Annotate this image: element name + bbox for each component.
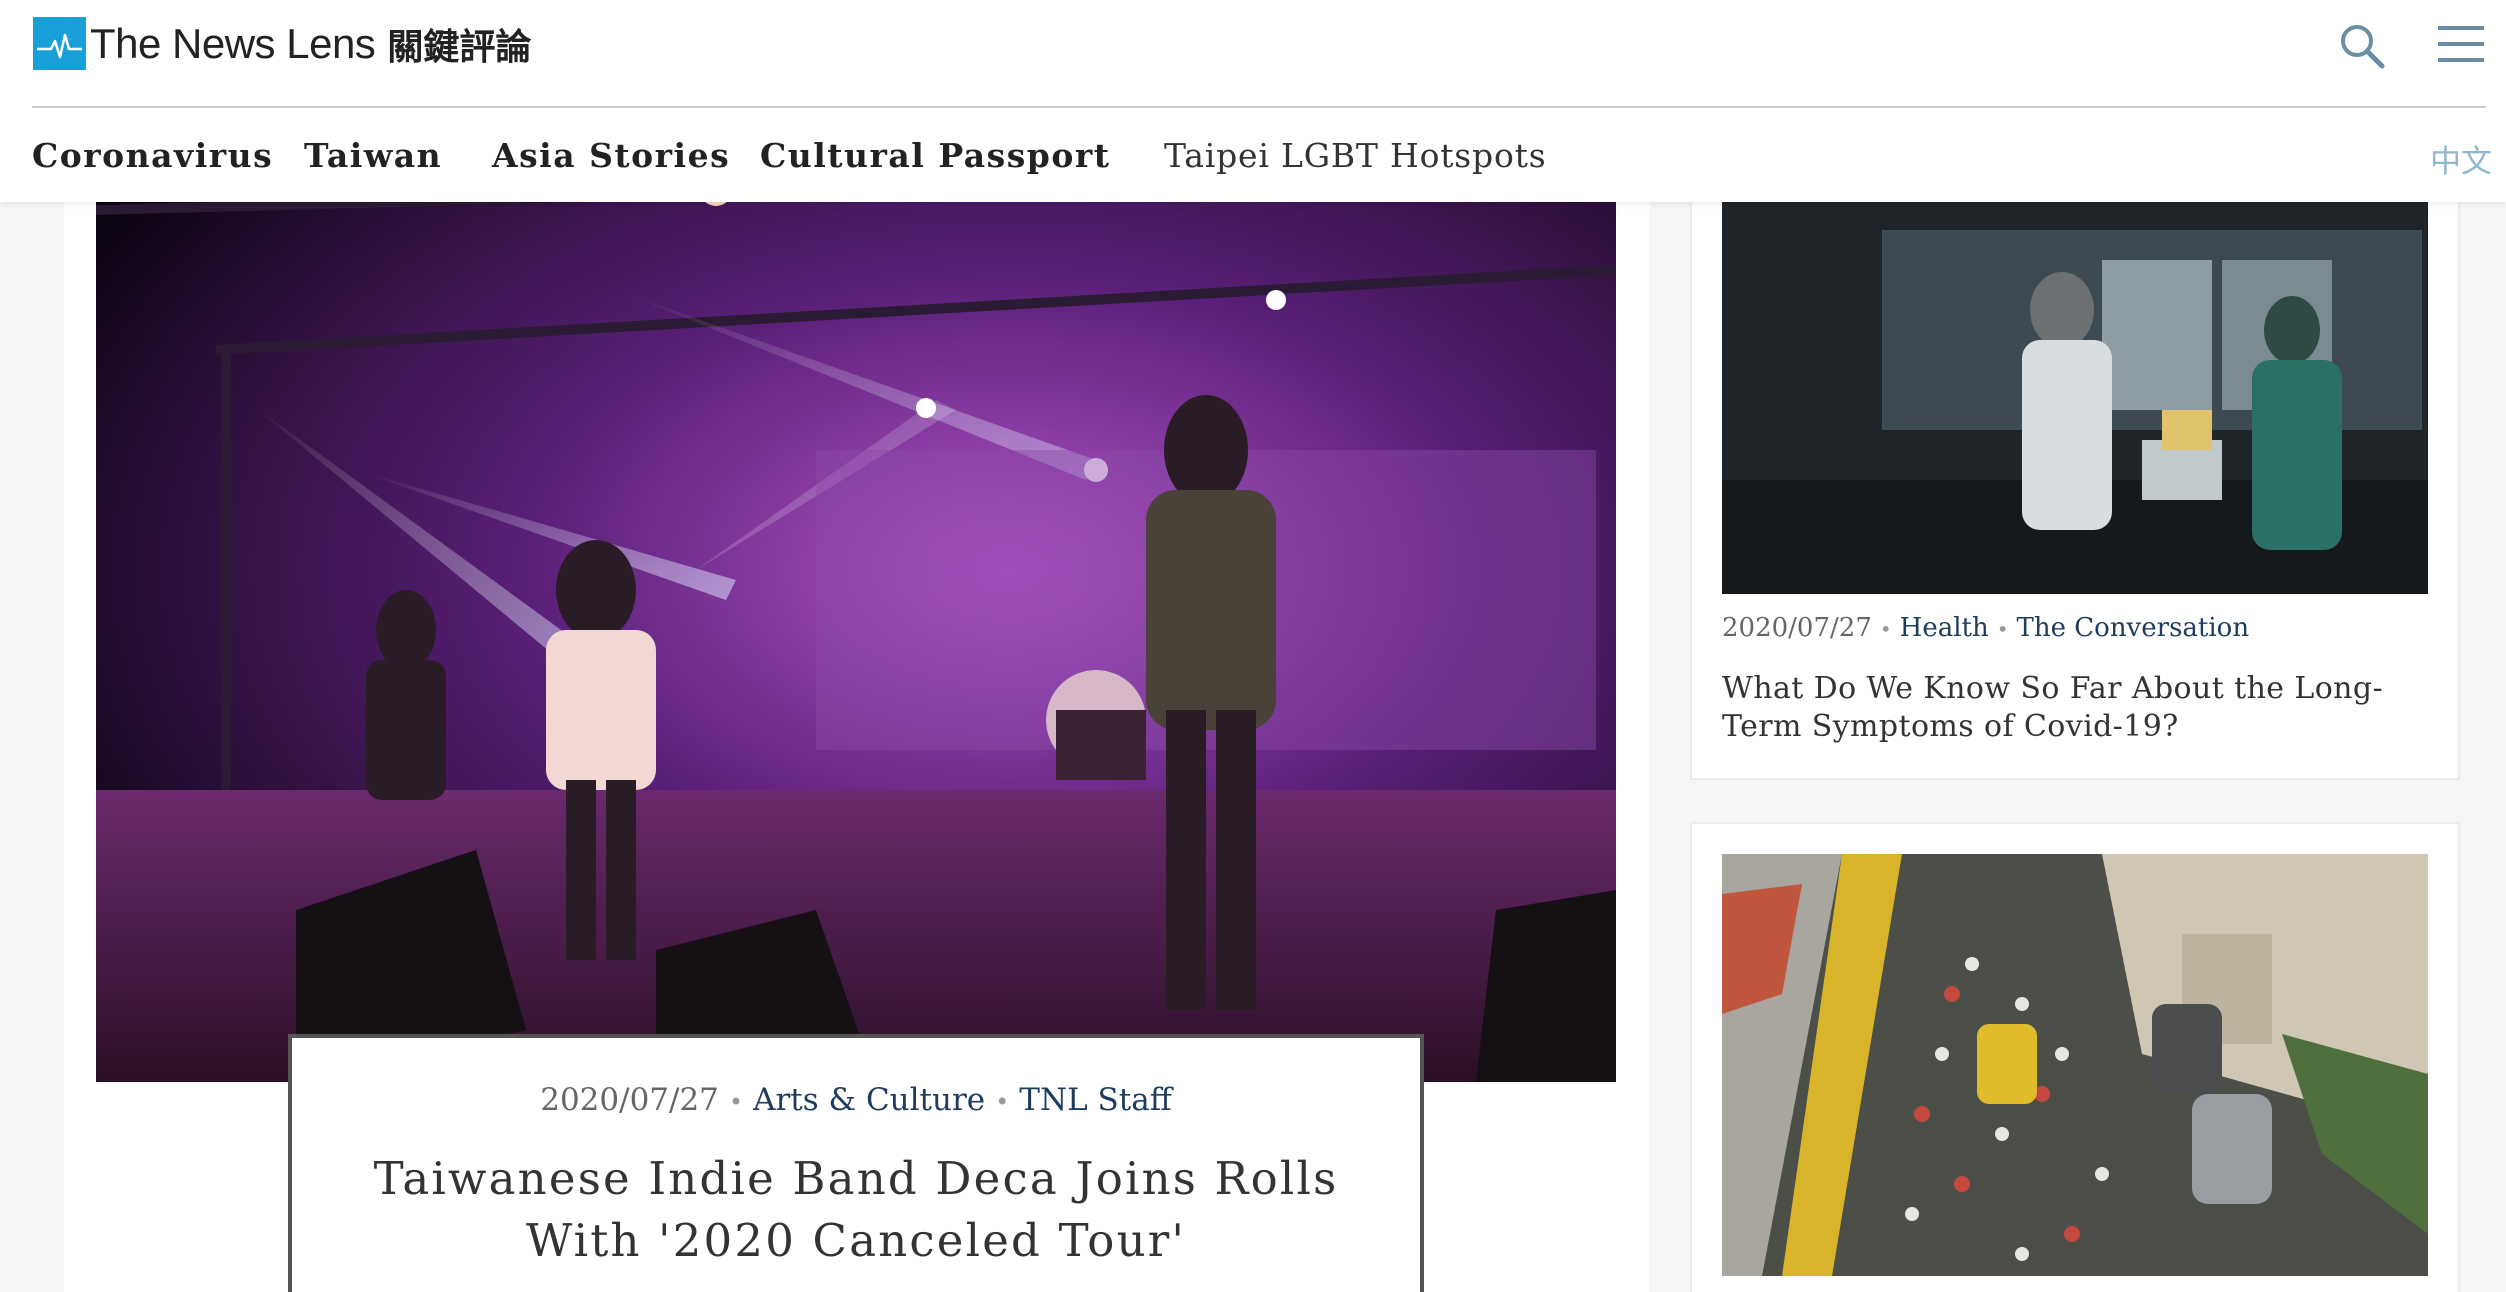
- meta-separator: •: [995, 1088, 1010, 1116]
- meta-separator: •: [1879, 617, 1892, 641]
- article-category-link[interactable]: Arts & Culture: [753, 1082, 985, 1118]
- nav-item-cultural-passport[interactable]: Cultural Passport: [760, 136, 1111, 175]
- article-category-link[interactable]: Health: [1900, 613, 1989, 643]
- site-logo[interactable]: The News Lens 關鍵評論: [33, 17, 531, 70]
- search-icon[interactable]: [2338, 22, 2386, 70]
- sidebar-article-meta: 2020/07/27 • Health • The Conversation: [1722, 613, 2249, 643]
- sidebar-article-image[interactable]: [1722, 854, 2428, 1276]
- site-header: The News Lens 關鍵評論 Coronavirus Taiwan As…: [0, 0, 2506, 202]
- article-author-link[interactable]: The Conversation: [2017, 613, 2250, 643]
- meta-separator: •: [728, 1088, 744, 1116]
- sidebar-article-title[interactable]: What Do We Know So Far About the Long-Te…: [1722, 670, 2428, 746]
- nav-item-asia-stories[interactable]: Asia Stories: [492, 136, 730, 175]
- featured-article-caption[interactable]: 2020/07/27 • Arts & Culture • TNL Staff Taiw…: [288, 1034, 1424, 1292]
- language-switch[interactable]: 中文: [2430, 136, 2492, 181]
- article-date: 2020/07/27: [1722, 613, 1872, 643]
- logo-pulse-icon: [33, 17, 86, 70]
- article-date: 2020/07/27: [540, 1082, 719, 1118]
- main-nav: Coronavirus Taiwan Asia Stories Cultural…: [32, 108, 2492, 202]
- article-author-link[interactable]: TNL Staff: [1019, 1082, 1171, 1118]
- featured-article-meta: 2020/07/27 • Arts & Culture • TNL Staff: [292, 1082, 1420, 1118]
- nav-item-coronavirus[interactable]: Coronavirus: [32, 136, 273, 175]
- meta-separator: •: [1996, 617, 2009, 641]
- nav-item-taiwan[interactable]: Taiwan: [304, 136, 442, 175]
- menu-icon[interactable]: [2436, 24, 2486, 64]
- logo-zh-text: 關鍵評論: [387, 26, 532, 68]
- logo-text: The News Lens: [90, 19, 376, 67]
- nav-item-taipei-lgbt-hotspots[interactable]: Taipei LGBT Hotspots: [1164, 136, 1546, 175]
- featured-article-headline[interactable]: Taiwanese Indie Band Deca Joins Rolls Wi…: [352, 1148, 1360, 1272]
- sidebar-article-image[interactable]: [1722, 150, 2428, 594]
- hero-image[interactable]: [96, 150, 1616, 1082]
